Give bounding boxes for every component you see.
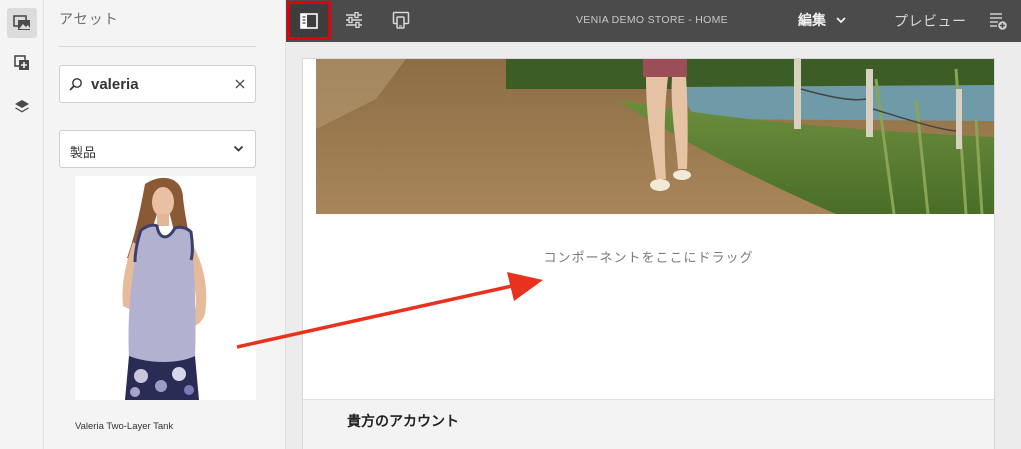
emulator-button[interactable] (386, 5, 416, 35)
page-preview: コンポーネントをここにドラッグ 貴方のアカウント (302, 58, 995, 449)
chevron-down-icon (836, 16, 846, 23)
assets-tab[interactable] (7, 8, 37, 38)
sliders-icon (346, 12, 362, 28)
page-properties-button[interactable] (339, 5, 369, 35)
page-info-icon (990, 13, 1007, 30)
assets-icon (13, 15, 30, 30)
component-drop-zone[interactable]: コンポーネントをここにドラッグ (303, 229, 994, 399)
side-panel-icon (300, 12, 318, 29)
components-icon (14, 55, 29, 70)
asset-type-select[interactable]: 製品 (59, 130, 256, 168)
account-section: 貴方のアカウント (303, 400, 994, 449)
editor-toolbar: VENIA DEMO STORE - HOME 編集 プレビュー (286, 0, 1021, 42)
editor-canvas: コンポーネントをここにドラッグ 貴方のアカウント (286, 42, 1021, 449)
preview-button[interactable]: プレビュー (894, 11, 967, 31)
assets-panel: アセット 製品 (44, 0, 286, 449)
devices-icon (392, 11, 410, 29)
asset-search-box (59, 65, 256, 103)
components-tab[interactable] (7, 48, 37, 78)
asset-type-value: 製品 (70, 145, 97, 160)
product-caption: Valeria Two-Layer Tank (75, 421, 174, 432)
account-heading: 貴方のアカウント (347, 413, 459, 429)
hero-banner-image[interactable] (316, 59, 994, 214)
side-rail (0, 0, 44, 449)
page-title: VENIA DEMO STORE - HOME (576, 14, 728, 26)
content-tree-tab[interactable] (7, 92, 37, 122)
chevron-down-icon (233, 145, 244, 152)
drop-zone-label: コンポーネントをここにドラッグ (543, 250, 754, 265)
panel-title: アセット (59, 11, 119, 27)
page-information-button[interactable] (988, 11, 1008, 36)
mode-selector[interactable]: 編集 (798, 10, 846, 30)
clear-icon[interactable] (234, 78, 246, 90)
toggle-side-panel-button[interactable] (287, 1, 331, 40)
product-thumbnail[interactable] (75, 176, 256, 400)
mode-label: 編集 (798, 12, 826, 28)
divider (59, 46, 256, 47)
product-image (75, 176, 256, 400)
layers-icon (15, 100, 29, 113)
hero-photo (316, 59, 994, 214)
search-icon (69, 78, 82, 91)
search-input[interactable] (91, 72, 226, 96)
